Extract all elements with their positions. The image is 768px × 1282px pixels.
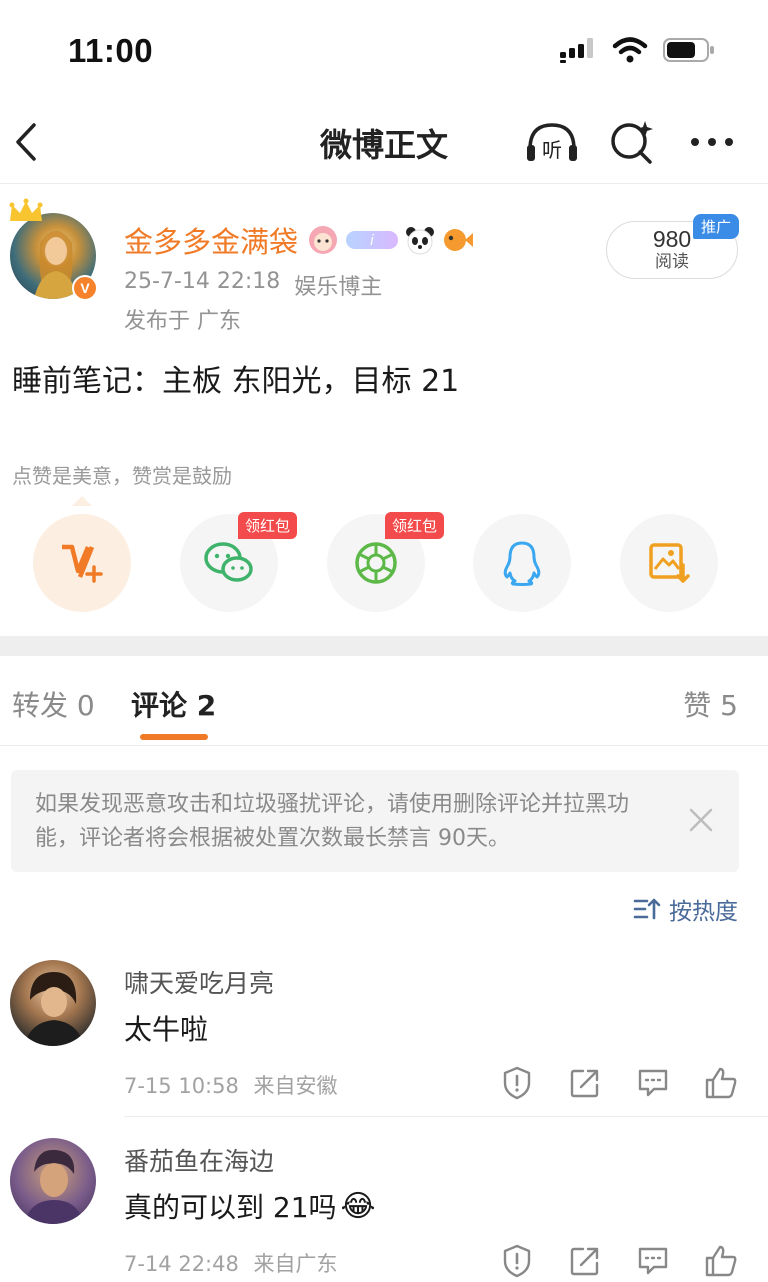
comment-source: 来自广东 [253, 1252, 338, 1276]
search-button[interactable] [604, 116, 660, 168]
comment-source: 来自安徽 [253, 1074, 338, 1098]
post-location: 发布于 广东 [124, 309, 241, 334]
sort-button[interactable]: 按热度 [633, 892, 738, 926]
save-image-button[interactable] [620, 514, 718, 612]
comment-divider [124, 1116, 768, 1117]
comment-actions [498, 1064, 740, 1102]
battery-icon [663, 38, 714, 62]
laugh-cry-emoji-icon: 😂 [340, 1188, 376, 1224]
comment-time: 7-14 22:48 [124, 1252, 239, 1276]
comment-time: 7-15 10:58 [124, 1074, 239, 1098]
post-timestamp: 25-7-14 22:18 [124, 269, 281, 294]
shield-warning-icon [503, 1066, 531, 1100]
reward-hint: 点赞是美意，赞赏是鼓励 [12, 464, 232, 488]
more-icon [691, 138, 733, 146]
like-button[interactable] [702, 1064, 740, 1102]
commenter-name[interactable]: 啸天爱吃月亮 [124, 964, 274, 1000]
post-text: 睡前笔记：主板 东阳光，目标 21 [12, 364, 460, 399]
close-icon[interactable] [687, 806, 715, 834]
share-out-icon [570, 1247, 599, 1276]
wechat-redpack-tag[interactable]: 领红包 [238, 512, 298, 539]
sort-label: 按热度 [669, 899, 738, 925]
author-meta: 25-7-14 22:18 娱乐博主 [124, 269, 382, 301]
panda-badge-icon [406, 227, 435, 255]
cellular-signal-icon [560, 38, 593, 63]
nav-actions: 听 [524, 116, 740, 168]
vip-gradient-badge-icon: i [346, 231, 399, 249]
tab-bar: 转发 0 评论 2 赞 5 [0, 656, 768, 746]
comment-meta: 7-14 22:48 来自广东 [124, 1248, 338, 1278]
crown-icon [9, 198, 43, 221]
status-bar: 11:00 [0, 0, 768, 100]
sort-icon [633, 898, 661, 920]
listen-icon: 听 [527, 123, 577, 162]
active-tab-indicator [140, 734, 208, 740]
commenter-name[interactable]: 番茄鱼在海边 [124, 1142, 274, 1178]
save-image-icon [649, 543, 690, 583]
comment-item: 番茄鱼在海边 真的可以到 21吗 😂 7-14 22:48 来自广东 [0, 1136, 768, 1282]
comment-item: 啸天爱吃月亮 太牛啦 7-15 10:58 来自安徽 [0, 958, 768, 1118]
avatar-portrait-icon [24, 1149, 84, 1224]
author-header: V 金多多金满袋 i 25-7-14 22:18 娱乐博主 发布于 广东 980… [0, 185, 768, 345]
report-button[interactable] [498, 1242, 536, 1280]
tab-like[interactable]: 赞 5 [683, 684, 738, 724]
qq-share-button[interactable] [473, 514, 571, 612]
thumbs-up-icon [705, 1067, 737, 1099]
reward-pointer [72, 496, 92, 506]
thumbs-up-icon [705, 1245, 737, 1277]
author-name[interactable]: 金多多金满袋 [124, 219, 298, 261]
author-name-row: 金多多金满袋 i [124, 219, 474, 261]
like-button[interactable] [702, 1242, 740, 1280]
read-count-pill[interactable]: 980 阅读 推广 [606, 214, 739, 279]
status-time: 11:00 [68, 32, 154, 69]
author-badges: i [306, 224, 474, 256]
verified-badge: V [72, 275, 98, 301]
reward-button[interactable] [33, 514, 131, 612]
more-button[interactable] [684, 116, 740, 168]
wechat-icon [204, 542, 253, 582]
svg-text:i: i [370, 233, 374, 249]
commenter-avatar[interactable] [10, 1138, 96, 1224]
tab-repost[interactable]: 转发 0 [12, 684, 95, 724]
moments-icon [355, 542, 397, 584]
comment-actions [498, 1242, 740, 1280]
reply-button[interactable] [634, 1064, 672, 1102]
author-avatar-wrap[interactable]: V [9, 198, 98, 301]
reply-button[interactable] [634, 1242, 672, 1280]
share-row: 领红包 领红包 [0, 512, 768, 614]
listen-button[interactable]: 听 [524, 116, 580, 168]
share-comment-button[interactable] [566, 1064, 604, 1102]
status-icons [558, 36, 716, 64]
comment-text-row: 真的可以到 21吗 😂 [124, 1186, 376, 1226]
girl-emoji-badge-icon [309, 226, 338, 254]
tab-comment[interactable]: 评论 2 [131, 684, 216, 724]
commenter-avatar[interactable] [10, 960, 96, 1046]
section-divider [0, 636, 768, 656]
read-label: 阅读 [655, 252, 689, 272]
share-comment-button[interactable] [566, 1242, 604, 1280]
reward-v-icon [62, 544, 103, 583]
nav-bar: 微博正文 听 [0, 100, 768, 184]
shield-warning-icon [503, 1244, 531, 1278]
comment-text: 真的可以到 21吗 [124, 1191, 337, 1224]
author-role: 娱乐博主 [294, 275, 383, 300]
comment-meta: 7-15 10:58 来自安徽 [124, 1070, 338, 1100]
notice-text: 如果发现恶意攻击和垃圾骚扰评论，请使用删除评论并拉黑功能，评论者将会根据被处置次… [35, 792, 630, 851]
report-button[interactable] [498, 1064, 536, 1102]
search-sparkle-icon [611, 121, 653, 164]
comment-bubble-icon [638, 1247, 668, 1275]
comment-text: 太牛啦 [124, 1013, 209, 1046]
comment-bubble-icon [638, 1069, 668, 1097]
qq-icon [503, 541, 541, 586]
moments-redpack-tag[interactable]: 领红包 [385, 512, 445, 539]
promo-tag[interactable]: 推广 [692, 214, 739, 239]
wifi-icon [612, 37, 648, 63]
comment-notice: 如果发现恶意攻击和垃圾骚扰评论，请使用删除评论并拉黑功能，评论者将会根据被处置次… [11, 770, 739, 872]
svg-text:听: 听 [542, 138, 562, 162]
share-out-icon [570, 1069, 599, 1098]
fish-badge-icon [444, 229, 474, 251]
avatar-portrait-icon [24, 972, 84, 1046]
